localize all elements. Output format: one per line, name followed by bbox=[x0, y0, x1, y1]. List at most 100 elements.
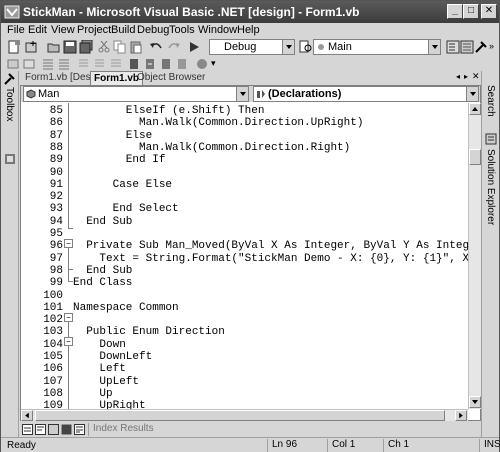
fold-end-marker bbox=[68, 281, 73, 282]
menu-edit[interactable]: Edit bbox=[28, 24, 47, 36]
save-all-icon[interactable] bbox=[79, 40, 93, 54]
fold-toggle-sub[interactable]: − bbox=[64, 239, 73, 248]
menu-window[interactable]: Window bbox=[198, 24, 237, 36]
solution-config-combo[interactable]: Debug bbox=[209, 39, 295, 55]
line-number: 103 bbox=[43, 326, 63, 339]
scroll-down-button[interactable] bbox=[469, 396, 481, 408]
code-line: Else bbox=[73, 129, 153, 142]
menu-tools[interactable]: Tools bbox=[169, 24, 195, 36]
class-name-combo[interactable]: Man bbox=[23, 86, 249, 102]
fold-line bbox=[68, 269, 69, 281]
display-object-member-list-icon[interactable] bbox=[7, 57, 21, 71]
server-explorer-icon[interactable] bbox=[4, 153, 16, 165]
complete-word-icon[interactable] bbox=[57, 57, 71, 71]
fold-end-marker bbox=[68, 228, 73, 229]
search-tab[interactable]: Search bbox=[485, 85, 496, 117]
new-project-icon[interactable] bbox=[7, 40, 21, 54]
status-character: Ch 1 bbox=[383, 439, 479, 452]
menu-build[interactable]: Build bbox=[111, 24, 135, 36]
index-results-icon[interactable] bbox=[74, 424, 85, 435]
open-icon[interactable] bbox=[47, 40, 61, 54]
line-number: 93 bbox=[49, 203, 63, 216]
find-combo[interactable]: Main bbox=[313, 39, 441, 55]
save-icon[interactable] bbox=[63, 40, 77, 54]
code-line: End Select bbox=[73, 203, 179, 216]
bookmark-toggle-icon[interactable] bbox=[127, 57, 141, 71]
comment-icon[interactable] bbox=[109, 57, 123, 71]
toolbox-icon[interactable] bbox=[474, 40, 488, 54]
copy-icon[interactable] bbox=[113, 40, 127, 54]
increase-indent-icon[interactable] bbox=[91, 57, 105, 71]
chevron-down-icon[interactable] bbox=[428, 40, 440, 54]
close-document-icon[interactable]: ✕ bbox=[472, 71, 480, 82]
status-line: Ln 96 bbox=[267, 439, 327, 452]
status-insert-mode: INS bbox=[479, 439, 500, 452]
tab-object-browser[interactable]: Object Browser bbox=[134, 71, 208, 85]
line-number: 88 bbox=[49, 141, 63, 154]
arrow-down-icon bbox=[472, 400, 478, 404]
parameter-info-icon[interactable] bbox=[23, 57, 37, 71]
right-tool-strip: Search Solution Explorer bbox=[481, 71, 499, 437]
start-icon[interactable] bbox=[187, 40, 201, 54]
line-number: 100 bbox=[43, 289, 63, 302]
chevron-down-icon[interactable] bbox=[466, 87, 478, 101]
paste-icon[interactable] bbox=[129, 40, 143, 54]
minimize-button[interactable]: _ bbox=[447, 4, 463, 19]
menu-file[interactable]: File bbox=[7, 24, 25, 36]
quick-info-icon[interactable] bbox=[41, 57, 55, 71]
bookmark-next-icon[interactable] bbox=[143, 57, 157, 71]
properties-icon[interactable] bbox=[460, 40, 474, 54]
toolbar2-overflow-icon[interactable]: ▾ bbox=[211, 58, 216, 69]
menu-debug[interactable]: Debug bbox=[137, 24, 169, 36]
scroll-left-button[interactable] bbox=[21, 410, 33, 421]
find-icon bbox=[318, 44, 324, 50]
chevron-down-icon[interactable] bbox=[282, 40, 294, 54]
menu-view[interactable]: View bbox=[51, 24, 75, 36]
bookmark-prev-icon[interactable] bbox=[159, 57, 173, 71]
undo-icon[interactable] bbox=[149, 40, 163, 54]
decrease-indent-icon[interactable] bbox=[75, 57, 89, 71]
bookmark-clear-icon[interactable] bbox=[175, 57, 189, 71]
arrow-left-icon bbox=[25, 412, 29, 419]
toolbox-tab[interactable]: Toolbox bbox=[4, 87, 15, 121]
close-button[interactable]: ✕ bbox=[481, 4, 497, 19]
tab-scroll-left-icon[interactable]: ◂ bbox=[456, 72, 460, 81]
fold-toggle-namespace[interactable]: − bbox=[64, 313, 73, 322]
find-results-icon[interactable] bbox=[48, 424, 59, 435]
maximize-button[interactable]: □ bbox=[463, 4, 479, 19]
redo-icon[interactable] bbox=[167, 40, 181, 54]
tab-index-results[interactable]: Index Results bbox=[88, 423, 158, 436]
toolbar-overflow-icon[interactable]: » bbox=[489, 41, 494, 51]
tab-scroll-right-icon[interactable]: ▸ bbox=[464, 72, 468, 81]
code-line: UpLeft bbox=[73, 375, 140, 388]
code-area[interactable]: 85 ElseIf (e.Shift) Then 86 Man.Walk(Comm… bbox=[21, 103, 468, 409]
find-in-files-icon[interactable] bbox=[299, 40, 313, 54]
solution-explorer-icon[interactable] bbox=[446, 40, 460, 54]
command-window-icon[interactable] bbox=[61, 424, 72, 435]
menu-help[interactable]: Help bbox=[237, 24, 260, 36]
horizontal-scrollbar[interactable] bbox=[21, 409, 468, 421]
run-icon[interactable] bbox=[195, 57, 209, 71]
output-icon[interactable] bbox=[35, 424, 46, 435]
cut-icon[interactable] bbox=[97, 40, 111, 54]
line-number: 108 bbox=[43, 387, 63, 400]
method-name-combo[interactable]: (Declarations) bbox=[253, 86, 479, 102]
arrow-right-icon bbox=[459, 412, 463, 419]
task-list-icon[interactable] bbox=[22, 424, 33, 435]
horizontal-scroll-thumb[interactable] bbox=[35, 410, 445, 421]
menu-project[interactable]: Project bbox=[77, 24, 111, 36]
solution-explorer-tab[interactable]: Solution Explorer bbox=[485, 149, 496, 225]
standard-toolbar: Debug Main » bbox=[1, 38, 499, 56]
line-number: 94 bbox=[49, 215, 63, 228]
scroll-thumb[interactable] bbox=[469, 149, 481, 165]
line-number: 85 bbox=[49, 105, 63, 117]
scroll-up-button[interactable] bbox=[469, 103, 481, 115]
toolbox-icon[interactable] bbox=[4, 73, 16, 85]
chevron-down-icon[interactable] bbox=[236, 87, 248, 101]
add-item-icon[interactable] bbox=[25, 40, 39, 54]
fold-toggle-enum[interactable]: − bbox=[64, 337, 73, 346]
scroll-right-button[interactable] bbox=[455, 410, 467, 421]
vertical-scrollbar[interactable] bbox=[468, 103, 481, 409]
window-title: StickMan - Microsoft Visual Basic .NET [… bbox=[23, 5, 360, 19]
solution-explorer-icon[interactable] bbox=[485, 133, 497, 145]
